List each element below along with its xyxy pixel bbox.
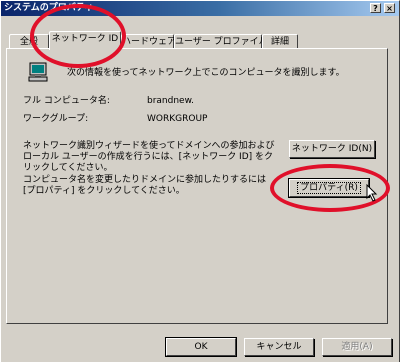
apply-button[interactable]: 適用(A) [322,338,392,356]
system-properties-dialog: システムのプロパティ ? × 全般 ネットワーク ID ハードウェア ユーザー … [0,0,400,362]
title-bar[interactable]: システムのプロパティ ? × [1,1,399,16]
cancel-button[interactable]: キャンセル [244,338,314,356]
mouse-pointer-icon [366,184,378,202]
tab-hardware[interactable]: ハードウェア [121,34,176,49]
tab-advanced[interactable]: 詳細 [262,34,298,49]
tab-user-profiles[interactable]: ユーザー プロファイル [174,34,268,49]
tab-general[interactable]: 全般 [9,34,49,49]
close-button[interactable]: × [384,3,395,13]
window-title: システムのプロパティ [4,3,94,13]
tab-network-id[interactable]: ネットワーク ID [49,31,121,50]
help-button[interactable]: ? [370,3,381,13]
network-id-panel [6,48,388,324]
ok-button[interactable]: OK [165,337,237,357]
